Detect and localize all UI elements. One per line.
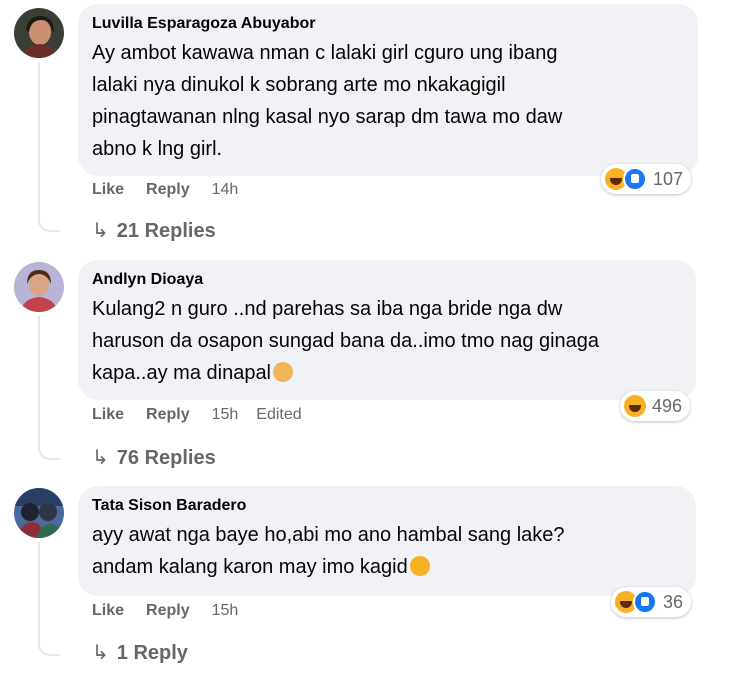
comment-thread: Luvilla Esparagoza Abuyabor Ay ambot kaw…: [0, 0, 750, 679]
reply-arrow-icon: ↳: [92, 447, 109, 469]
comment-actions: Like Reply 14h: [92, 181, 260, 199]
comment-text: Ay ambot kawawa nman c lalaki girl cguro…: [92, 37, 682, 165]
replies-label: 76 Replies: [116, 447, 216, 469]
comment-line: andam kalang karon may imo kagid: [92, 551, 680, 583]
like-button[interactable]: Like: [92, 602, 124, 619]
reaction-count: 107: [653, 168, 684, 189]
like-reaction-icon: [623, 167, 647, 191]
reaction-summary[interactable]: 107: [601, 164, 692, 194]
woman-shrugging-emoji-icon: [273, 362, 294, 382]
comment-line: Ay ambot kawawa nman c lalaki girl cguro…: [92, 42, 558, 64]
thread-connector: [38, 316, 60, 460]
view-replies-button[interactable]: ↳ 76 Replies: [92, 445, 216, 470]
comment-author[interactable]: Andlyn Dioaya: [92, 270, 680, 290]
thread-connector: [38, 62, 60, 232]
reply-button[interactable]: Reply: [146, 406, 190, 423]
edited-label: Edited: [256, 406, 302, 423]
comment-actions: Like Reply 15h: [92, 602, 260, 620]
haha-reaction-icon: [624, 395, 646, 417]
comment-author[interactable]: Tata Sison Baradero: [92, 496, 680, 516]
thread-connector: [38, 542, 60, 656]
comment-actions: Like Reply 15h Edited: [92, 406, 324, 424]
reply-button[interactable]: Reply: [146, 602, 190, 619]
reply-arrow-icon: ↳: [92, 220, 109, 242]
comment-line: pinagtawanan nlng kasal nyo sarap dm taw…: [92, 106, 563, 128]
like-button[interactable]: Like: [92, 181, 124, 198]
like-button[interactable]: Like: [92, 406, 124, 423]
reaction-count: 496: [652, 395, 683, 416]
timestamp[interactable]: 14h: [212, 181, 239, 198]
reply-button[interactable]: Reply: [146, 181, 190, 198]
comment-line-text: kapa..ay ma dinapal: [92, 362, 272, 384]
avatar[interactable]: [14, 262, 64, 312]
grinning-sweat-emoji-icon: [409, 556, 430, 576]
reaction-count: 36: [663, 591, 684, 612]
like-reaction-icon: [633, 590, 657, 614]
comment-bubble: Tata Sison Baradero ayy awat nga baye ho…: [78, 486, 696, 596]
comment-line: lalaki nya dinukol k sobrang arte mo nka…: [92, 74, 506, 96]
reaction-summary[interactable]: 496: [620, 391, 691, 421]
view-replies-button[interactable]: ↳ 1 Reply: [92, 640, 188, 665]
comment-line: Kulang2 n guro ..nd parehas sa iba nga b…: [92, 298, 563, 320]
comment-author[interactable]: Luvilla Esparagoza Abuyabor: [92, 14, 682, 34]
timestamp[interactable]: 15h: [212, 406, 239, 423]
comment-text: Kulang2 n guro ..nd parehas sa iba nga b…: [92, 293, 680, 389]
comment-line: kapa..ay ma dinapal: [92, 357, 680, 389]
comment-text: ayy awat nga baye ho,abi mo ano hambal s…: [92, 519, 680, 583]
comment-line: abno k lng girl.: [92, 138, 223, 160]
comment-line-text: andam kalang karon may imo kagid: [92, 556, 408, 578]
replies-label: 21 Replies: [116, 220, 216, 242]
timestamp[interactable]: 15h: [212, 602, 239, 619]
reaction-summary[interactable]: 36: [611, 587, 692, 617]
reply-arrow-icon: ↳: [92, 642, 109, 664]
avatar[interactable]: [14, 488, 64, 538]
comment-bubble: Luvilla Esparagoza Abuyabor Ay ambot kaw…: [78, 4, 698, 176]
comment-line: ayy awat nga baye ho,abi mo ano hambal s…: [92, 524, 565, 546]
replies-label: 1 Reply: [116, 642, 188, 664]
avatar[interactable]: [14, 8, 64, 58]
comment-bubble: Andlyn Dioaya Kulang2 n guro ..nd pareha…: [78, 260, 696, 400]
comment-line: haruson da osapon sungad bana da..imo tm…: [92, 330, 600, 352]
view-replies-button[interactable]: ↳ 21 Replies: [92, 218, 216, 243]
